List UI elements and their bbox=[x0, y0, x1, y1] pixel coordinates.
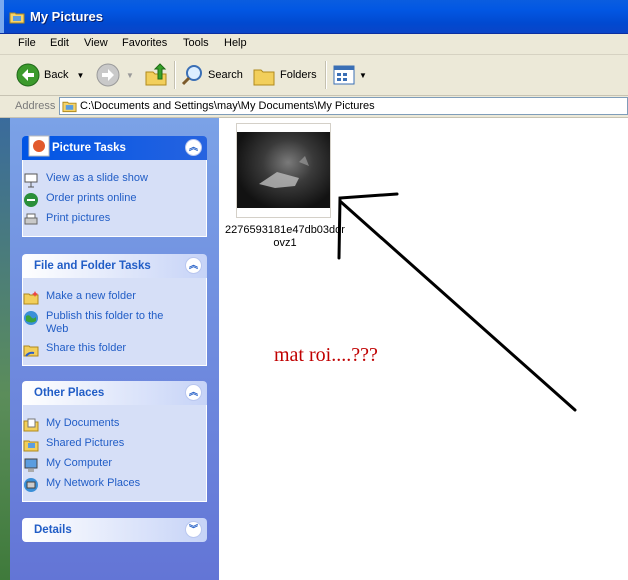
printer-icon bbox=[24, 213, 38, 225]
slide-show-icon bbox=[24, 173, 38, 188]
toolbar-separator bbox=[325, 61, 327, 89]
task-label: Make a new folder bbox=[46, 290, 136, 302]
folder-icon bbox=[62, 101, 77, 113]
up-folder-icon bbox=[145, 63, 167, 86]
other-places-title: Other Places bbox=[34, 387, 105, 399]
share-folder-icon bbox=[23, 345, 39, 357]
details-title: Details bbox=[34, 524, 72, 536]
dropdown-arrow-icon[interactable]: ▼ bbox=[359, 71, 367, 80]
title-bar: My Pictures bbox=[0, 0, 628, 34]
menu-help[interactable]: Help bbox=[224, 37, 247, 49]
picture-tasks-panel: View as a slide show Order prints online… bbox=[22, 160, 207, 237]
expand-chevron-icon[interactable]: ︾ bbox=[185, 521, 202, 538]
search-button[interactable]: Search bbox=[180, 62, 243, 88]
place-my-computer[interactable]: My Computer bbox=[23, 457, 112, 473]
folders-icon bbox=[253, 69, 275, 86]
task-label: View as a slide show bbox=[46, 172, 148, 184]
back-label: Back bbox=[44, 69, 69, 81]
forward-arrow-icon bbox=[96, 63, 120, 87]
file-folder-tasks-title: File and Folder Tasks bbox=[34, 260, 151, 272]
back-arrow-icon bbox=[16, 63, 40, 87]
menu-favorites[interactable]: Favorites bbox=[122, 37, 167, 49]
menu-view[interactable]: View bbox=[84, 37, 108, 49]
window-title: My Pictures bbox=[30, 9, 103, 24]
folders-button[interactable]: Folders bbox=[252, 62, 317, 88]
other-places-header[interactable]: Other Places ︽ bbox=[22, 381, 207, 405]
task-label: Order prints online bbox=[46, 192, 137, 204]
task-order-prints[interactable]: Order prints online bbox=[23, 192, 137, 208]
task-publish-web[interactable]: Publish this folder to the Web bbox=[23, 310, 166, 336]
task-slide-show[interactable]: View as a slide show bbox=[23, 172, 148, 188]
menu-bar: File Edit View Favorites Tools Help bbox=[0, 34, 628, 55]
task-label: Publish this folder to the Web bbox=[46, 310, 164, 335]
task-label: Print pictures bbox=[46, 212, 111, 224]
my-computer-icon bbox=[24, 458, 38, 472]
picture-tasks-icon bbox=[28, 135, 50, 157]
menu-edit[interactable]: Edit bbox=[50, 37, 69, 49]
task-label: Share this folder bbox=[46, 342, 127, 354]
folders-label: Folders bbox=[280, 69, 317, 81]
place-my-network-places[interactable]: My Network Places bbox=[23, 477, 140, 493]
collapse-chevron-icon[interactable]: ︽ bbox=[185, 139, 202, 156]
task-share-folder[interactable]: Share this folder bbox=[23, 342, 126, 358]
views-button[interactable]: ▼ bbox=[332, 62, 367, 88]
views-icon bbox=[333, 65, 355, 85]
desktop-background bbox=[0, 118, 10, 580]
other-places-panel: My Documents Shared Pictures My Computer… bbox=[22, 405, 207, 502]
dropdown-arrow-icon[interactable]: ▼ bbox=[76, 71, 84, 80]
place-label: My Network Places bbox=[46, 477, 141, 489]
toolbar-separator bbox=[174, 61, 176, 89]
back-button[interactable]: Back ▼ bbox=[16, 62, 84, 88]
picture-tasks-header[interactable]: Picture Tasks ︽ bbox=[22, 135, 207, 160]
task-new-folder[interactable]: Make a new folder bbox=[23, 290, 136, 306]
menu-file[interactable]: File bbox=[18, 37, 36, 49]
menu-tools[interactable]: Tools bbox=[183, 37, 209, 49]
up-folder-button[interactable] bbox=[144, 62, 168, 88]
forward-button[interactable]: ▼ bbox=[96, 62, 134, 88]
collapse-chevron-icon[interactable]: ︽ bbox=[185, 257, 202, 274]
place-my-documents[interactable]: My Documents bbox=[23, 417, 119, 433]
details-header[interactable]: Details ︾ bbox=[22, 518, 207, 542]
file-folder-tasks-panel: Make a new folder Publish this folder to… bbox=[22, 278, 207, 366]
address-value: C:\Documents and Settings\may\My Documen… bbox=[80, 100, 375, 112]
place-label: Shared Pictures bbox=[46, 437, 125, 449]
place-label: My Documents bbox=[46, 417, 120, 429]
task-print-pictures[interactable]: Print pictures bbox=[23, 212, 110, 228]
collapse-chevron-icon[interactable]: ︽ bbox=[185, 384, 202, 401]
search-icon bbox=[181, 65, 202, 86]
picture-tasks-title: Picture Tasks bbox=[52, 142, 126, 154]
task-pane: Picture Tasks ︽ View as a slide show Ord… bbox=[10, 118, 219, 580]
network-places-icon bbox=[24, 478, 38, 492]
annotation-arrow bbox=[337, 192, 577, 412]
globe-icon bbox=[24, 311, 38, 325]
address-label: Address bbox=[15, 100, 56, 112]
address-bar: Address C:\Documents and Settings\may\My… bbox=[0, 96, 628, 118]
toolbar: Back ▼ ▼ Search Folders ▼ bbox=[0, 55, 628, 96]
shared-pictures-icon bbox=[23, 440, 39, 452]
file-folder-tasks-header[interactable]: File and Folder Tasks ︽ bbox=[22, 254, 207, 278]
order-prints-icon bbox=[24, 193, 38, 207]
dropdown-arrow-icon[interactable]: ▼ bbox=[126, 71, 134, 80]
search-label: Search bbox=[208, 69, 243, 81]
address-input[interactable]: C:\Documents and Settings\may\My Documen… bbox=[59, 97, 628, 115]
file-view: 2276593181e47db03ddr ovz1 mat roi....??? bbox=[219, 118, 628, 580]
place-label: My Computer bbox=[46, 457, 113, 469]
new-folder-icon bbox=[23, 291, 39, 305]
my-documents-icon bbox=[23, 418, 39, 432]
window-edge bbox=[0, 0, 4, 33]
folder-icon bbox=[9, 12, 25, 24]
place-shared-pictures[interactable]: Shared Pictures bbox=[23, 437, 124, 453]
